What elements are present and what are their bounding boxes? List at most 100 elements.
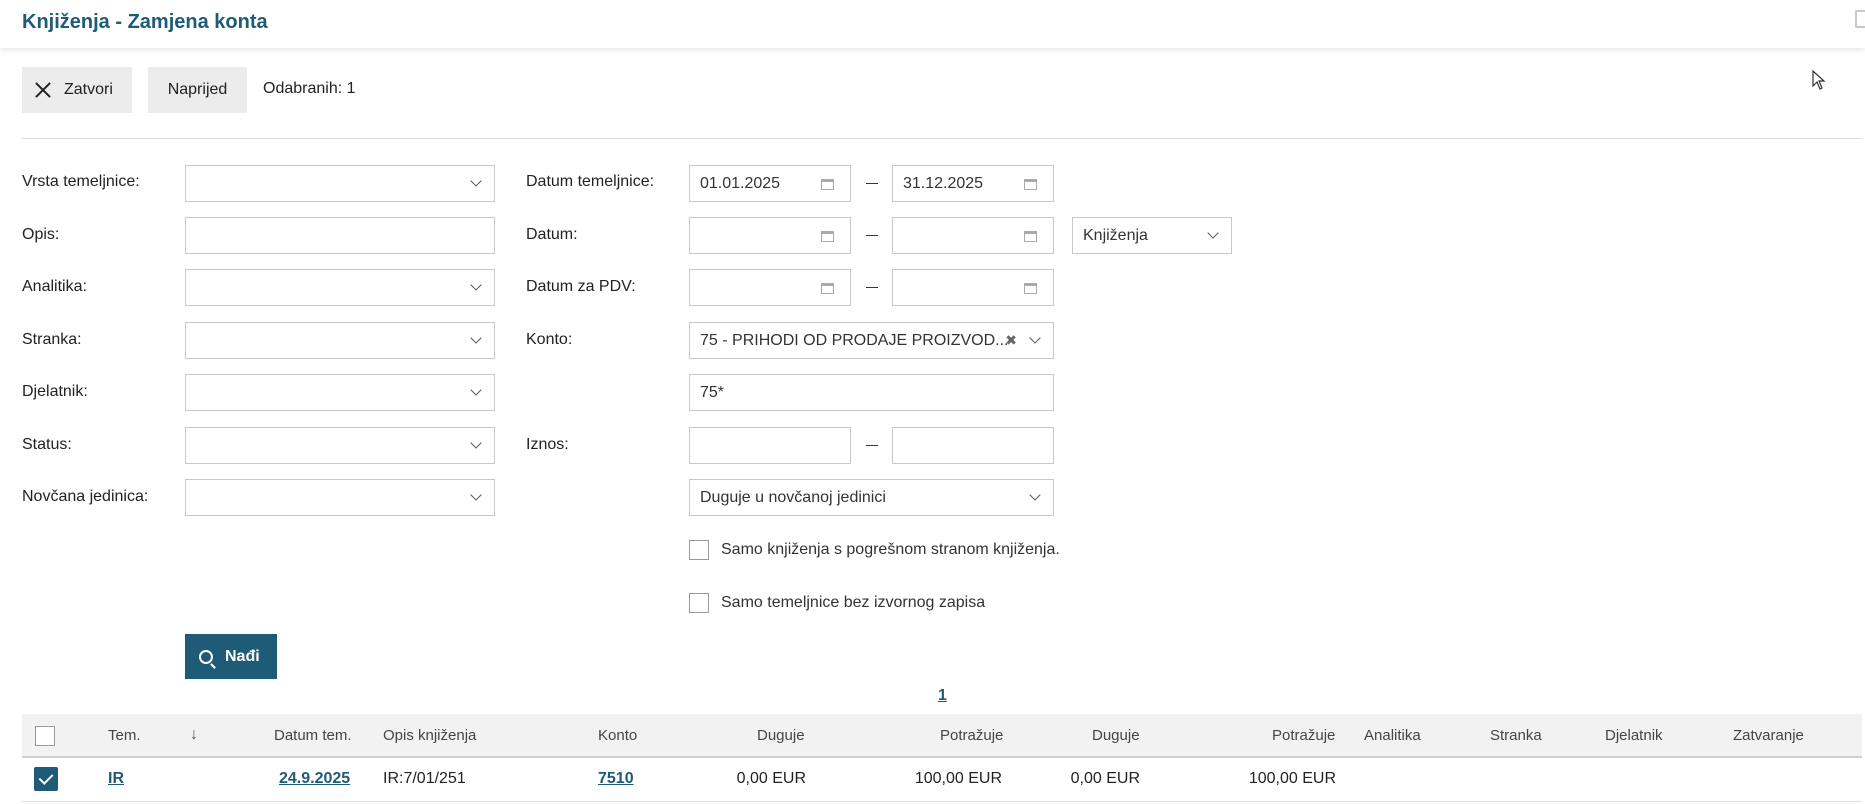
col-analitika[interactable]: Analitika: [1364, 727, 1421, 744]
chevron-down-icon: [470, 279, 482, 291]
konto-value: 75 - PRIHODI OD PRODAJE PROIZVOD...: [700, 331, 1009, 349]
close-button-label: Zatvori: [64, 81, 113, 98]
datum-tem-to-input[interactable]: 31.12.2025: [892, 165, 1054, 202]
no-source-label: Samo temeljnice bez izvornog zapisa: [721, 594, 986, 611]
col-potrazuje[interactable]: Potražuje: [940, 727, 1003, 744]
col-duguje[interactable]: Duguje: [757, 727, 805, 744]
konto-pattern-value: 75*: [700, 383, 725, 401]
clear-icon[interactable]: ✖: [1005, 332, 1017, 349]
page-link-1[interactable]: 1: [938, 687, 947, 705]
chevron-down-icon: [470, 332, 482, 344]
col-datum-tem[interactable]: Datum tem.: [274, 727, 352, 744]
page-title: Knjiženja - Zamjena konta: [22, 11, 268, 33]
konto-link[interactable]: 7510: [598, 770, 634, 788]
stranka-select[interactable]: [185, 322, 495, 359]
opis-cell: IR:7/01/251: [383, 770, 466, 787]
iznos-type-select[interactable]: Duguje u novčanoj jedinici: [689, 479, 1054, 516]
datum-to-input[interactable]: [892, 217, 1054, 254]
vrsta-label: Vrsta temeljnice:: [22, 173, 140, 190]
calendar-icon[interactable]: [1024, 231, 1037, 242]
wrong-side-label: Samo knjiženja s pogrešnom stranom knjiž…: [721, 541, 1060, 558]
datum-label: Datum:: [526, 226, 578, 243]
table-row: IR 24.9.2025 IR:7/01/251 7510 0,00 EUR 1…: [22, 758, 1862, 802]
analitika-select[interactable]: [185, 269, 495, 306]
search-icon: [199, 649, 213, 664]
calendar-icon[interactable]: [1024, 179, 1037, 190]
select-all-checkbox[interactable]: [35, 726, 55, 746]
datum-tem-label: Datum temeljnice:: [526, 173, 655, 190]
col-zatvaranje[interactable]: Zatvaranje: [1733, 727, 1804, 744]
datum-tem-from-value: 01.01.2025: [700, 174, 781, 192]
wrong-side-checkbox[interactable]: [689, 540, 709, 560]
chevron-down-icon: [1029, 332, 1041, 344]
iznos-type-value: Duguje u novčanoj jedinici: [700, 488, 886, 506]
col-duguje-2[interactable]: Duguje: [1092, 727, 1140, 744]
chevron-down-icon: [1207, 227, 1219, 239]
range-dash: [866, 183, 878, 184]
col-konto[interactable]: Konto: [598, 727, 637, 744]
calendar-icon[interactable]: [821, 179, 834, 190]
djelatnik-select[interactable]: [185, 374, 495, 411]
chevron-down-icon: [470, 437, 482, 449]
sort-down-icon[interactable]: ↓: [190, 726, 198, 744]
mouse-cursor-icon: [1812, 70, 1826, 90]
djelatnik-label: Djelatnik:: [22, 383, 88, 400]
status-label: Status:: [22, 436, 72, 453]
datum-link[interactable]: 24.9.2025: [279, 770, 350, 788]
chevron-down-icon: [470, 175, 482, 187]
page-header: Knjiženja - Zamjena konta: [0, 0, 1865, 48]
chevron-down-icon: [470, 384, 482, 396]
konto-label: Konto:: [526, 331, 573, 348]
col-djelatnik[interactable]: Djelatnik: [1605, 727, 1663, 744]
analitika-label: Analitika:: [22, 278, 87, 295]
datum-pdv-label: Datum za PDV:: [526, 278, 636, 295]
chevron-down-icon: [470, 489, 482, 501]
col-potrazuje-2[interactable]: Potražuje: [1272, 727, 1335, 744]
duguje-cell: 0,00 EUR: [736, 770, 806, 787]
datum-tem-from-input[interactable]: 01.01.2025: [689, 165, 851, 202]
datum-tem-to-value: 31.12.2025: [903, 174, 984, 192]
divider: [22, 138, 1862, 139]
no-source-checkbox[interactable]: [689, 593, 709, 613]
table-header: Tem. ↓ Datum tem. Opis knjiženja Konto D…: [22, 714, 1862, 758]
close-button[interactable]: Zatvori: [22, 67, 132, 113]
valuta-label: Novčana jedinica:: [22, 488, 149, 505]
potrazuje-cell: 100,00 EUR: [914, 770, 1002, 787]
datum-pdv-to-input[interactable]: [892, 269, 1054, 306]
selected-count: Odabranih: 1: [263, 80, 356, 97]
datum-type-select[interactable]: Knjiženja: [1072, 217, 1232, 254]
konto-select[interactable]: 75 - PRIHODI OD PRODAJE PROIZVOD... ✖: [689, 322, 1054, 359]
calendar-icon[interactable]: [821, 231, 834, 242]
status-select[interactable]: [185, 427, 495, 464]
konto-pattern-input[interactable]: 75*: [689, 374, 1054, 411]
potrazuje-2-cell: 100,00 EUR: [1248, 770, 1336, 787]
datum-from-input[interactable]: [689, 217, 851, 254]
col-tem[interactable]: Tem.: [108, 727, 141, 744]
close-icon: [34, 81, 52, 99]
col-opis[interactable]: Opis knjiženja: [383, 727, 476, 744]
row-checkbox-checked[interactable]: [34, 767, 58, 791]
find-button[interactable]: Nađi: [185, 634, 277, 679]
calendar-icon[interactable]: [821, 283, 834, 294]
iznos-label: Iznos:: [526, 436, 569, 453]
opis-label: Opis:: [22, 226, 60, 243]
vrsta-select[interactable]: [185, 165, 495, 202]
tem-link[interactable]: IR: [108, 770, 124, 788]
opis-input[interactable]: [185, 217, 495, 254]
find-button-label: Nađi: [225, 647, 260, 665]
col-stranka[interactable]: Stranka: [1490, 727, 1542, 744]
document-icon[interactable]: [1855, 10, 1865, 28]
valuta-select[interactable]: [185, 479, 495, 516]
calendar-icon[interactable]: [1024, 283, 1037, 294]
range-dash: [866, 235, 878, 236]
datum-pdv-from-input[interactable]: [689, 269, 851, 306]
chevron-down-icon: [1029, 489, 1041, 501]
datum-type-value: Knjiženja: [1083, 226, 1148, 244]
duguje-2-cell: 0,00 EUR: [1070, 770, 1140, 787]
range-dash: [866, 445, 878, 446]
range-dash: [866, 287, 878, 288]
iznos-to-input[interactable]: [892, 427, 1054, 464]
next-button[interactable]: Naprijed: [148, 67, 247, 113]
stranka-label: Stranka:: [22, 331, 82, 348]
iznos-from-input[interactable]: [689, 427, 851, 464]
